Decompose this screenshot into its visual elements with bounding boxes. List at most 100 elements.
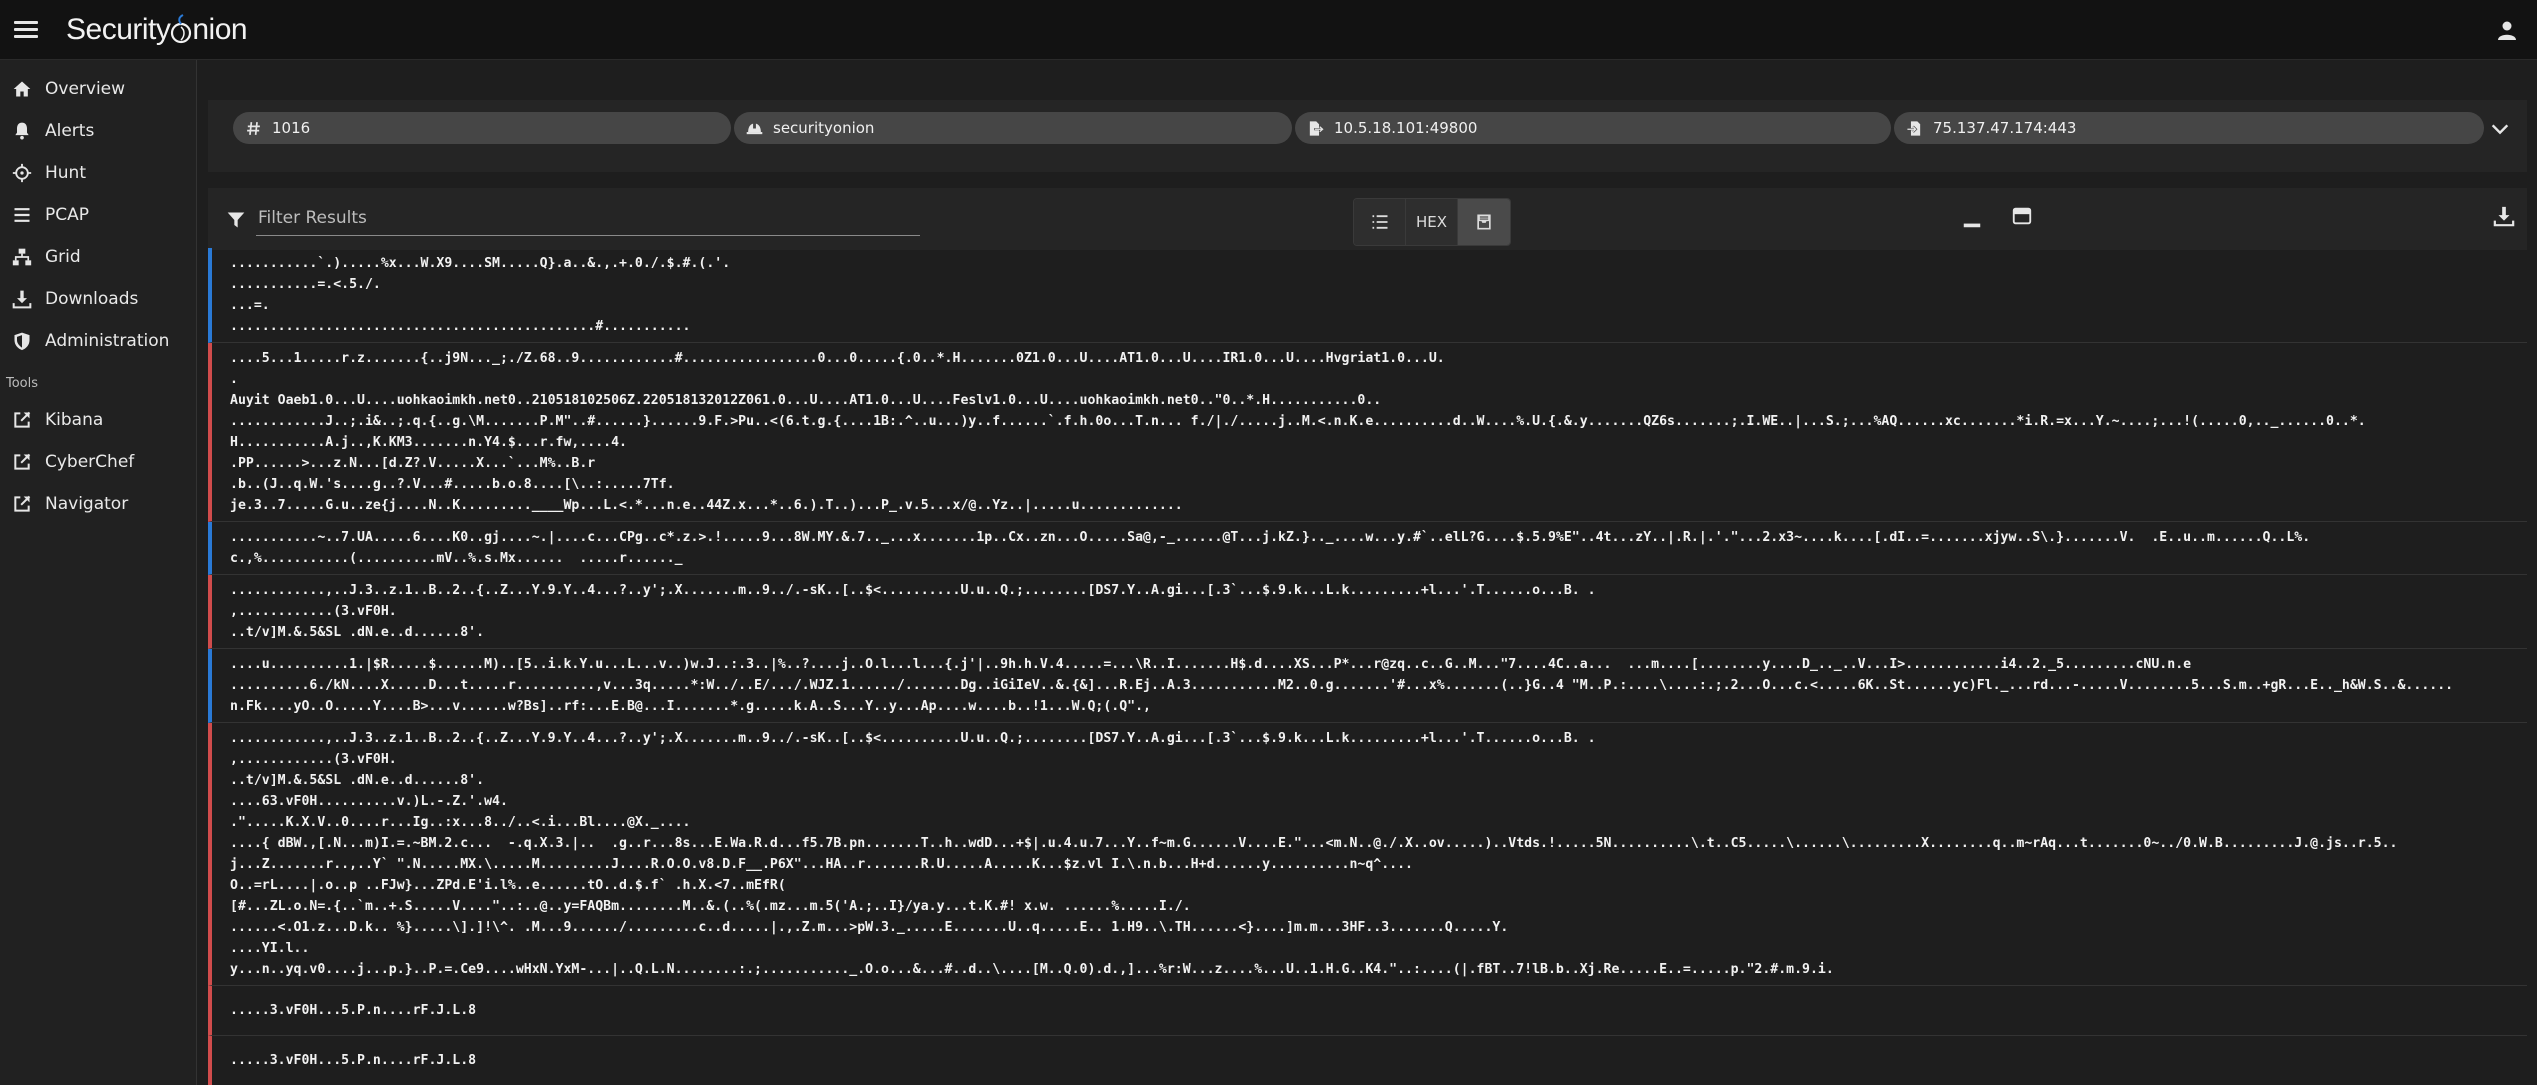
sidebar-item-overview[interactable]: Overview [0,68,196,110]
sensor-chip: securityonion [734,112,1292,144]
packet-payload-line: ..t/v]M.&.5&SL .dN.e..d......8'. [230,625,485,640]
sidebar-item-label: CyberChef [45,452,135,472]
sidebar-item-label: PCAP [45,205,90,225]
home-icon [13,81,31,97]
sidebar-item-label: Downloads [45,289,139,309]
packet-payload-line: ....u..........1.|$R.....$......M)..[5..… [230,657,2192,672]
packet-row-destination: ....5...1.....r.z.......{..j9N..._;./Z.6… [208,343,2527,522]
sidebar-item-grid[interactable]: Grid [0,236,196,278]
packet-payload-line: ............,..J.3..z.1..B..2..{..Z...Y.… [230,583,1596,598]
view-mode-toggle: HEX [1353,198,1511,246]
packet-payload-line: ....{ dBW.,[.N...m)I.=.~BM.2.c... -.q.X.… [230,836,2398,851]
packet-payload-line: ............J..;.i&..;.q.{..g.\M.......P… [230,414,2366,429]
packet-row-destination: ............,..J.3..z.1..B..2..{..Z...Y.… [208,575,2527,649]
menu-icon[interactable] [14,18,38,42]
sidebar-item-alerts[interactable]: Alerts [0,110,196,152]
connection-id: 1016 [272,119,311,137]
sidebar-item-kibana[interactable]: Kibana [0,399,196,441]
shield-icon [14,332,30,351]
crosshairs-icon [12,163,32,183]
sidebar-item-label: Administration [45,331,170,351]
logo-text-suffix: nion [192,12,248,46]
packet-payload-line: ......<.O1.z...D.k.. %}.....\].]!\^. .M.… [230,920,1509,935]
bell-icon [15,122,29,140]
sidebar-item-pcap[interactable]: PCAP [0,194,196,236]
packet-payload-line: . [230,372,238,387]
tools-heading: Tools [6,376,39,391]
sidebar-item-label: Kibana [45,410,104,430]
packet-row-destination: .....3.vF0H...5.P.n....rF.J.L.8 [208,986,2527,1036]
inbox-icon [1477,214,1491,230]
sidebar-item-label: Overview [45,79,126,99]
packet-payload-line: ...=. [230,298,270,313]
packet-row-destination: .....3.vF0H...5.P.n....rF.J.L.8 [208,1036,2527,1085]
window-maximize-icon[interactable] [2011,205,2033,227]
sensor-name: securityonion [773,119,875,137]
packet-payload-line: ..t/v]M.&.5&SL .dN.e..d......8'. [230,773,485,788]
packet-row-destination: ............,..J.3..z.1..B..2..{..Z...Y.… [208,723,2527,986]
packet-payload-line: ..........6./kN....X.....D...t.....r....… [230,678,2454,693]
packet-payload-line: ....63.vF0H..........v.)L.-.Z.'.w4. [230,794,508,809]
packet-payload-line: n.Fk....yO..O.....Y....B>...v......w?Bs]… [230,699,1151,714]
external-link-icon [14,411,31,428]
list-icon [1372,215,1387,229]
hex-view-button[interactable]: HEX [1406,199,1458,245]
chevron-down-icon[interactable] [2489,118,2511,140]
main-content: 1016 securityonion 10.5.18.101:49800 75.… [198,60,2537,1085]
download-icon [12,290,32,309]
sidebar: Overview Alerts Hunt PCAP Grid Downloads… [0,60,197,1085]
destination-address: 75.137.47.174:443 [1933,119,2077,137]
packet-payload-line: .....3.vF0H...5.P.n....rF.J.L.8 [230,1053,477,1068]
hard-hat-icon [746,121,763,134]
source-chip: 10.5.18.101:49800 [1295,112,1891,144]
packet-payload-line: Auyit Oaeb1.0...U....uohkaoimkh.net0..21… [230,393,1382,408]
packet-payload-line: ............,..J.3..z.1..B..2..{..Z...Y.… [230,731,1596,746]
sidebar-item-label: Alerts [45,121,95,141]
packet-payload-line: ........................................… [230,319,691,334]
logo-text-prefix: Security [66,12,171,46]
sidebar-item-label: Hunt [45,163,86,183]
sidebar-item-administration[interactable]: Administration [0,320,196,362]
packet-list: ...........`.).....%x...W.X9....SM.....Q… [208,248,2527,1085]
sidebar-item-cyberchef[interactable]: CyberChef [0,441,196,483]
destination-chip: 75.137.47.174:443 [1894,112,2484,144]
packet-payload-line: je.3..7.....G.u..ze{j....N..K.........__… [230,498,1183,513]
filter-results-input[interactable] [256,201,920,236]
window-minimize-icon[interactable] [1961,208,1983,230]
packet-row-source: ...........~..7.UA.....6....K0..gj....~.… [208,522,2527,575]
packet-payload-line: H...........A.j..,K.KM3.......n.Y4.$...r… [230,435,627,450]
packet-payload-line: ....YI.l.. [230,941,310,956]
text-view-button[interactable] [1458,199,1510,245]
source-address: 10.5.18.101:49800 [1334,119,1478,137]
connection-id-chip: 1016 [233,112,731,144]
filter-icon [227,212,245,228]
sidebar-item-label: Navigator [45,494,129,514]
results-toolbar: HEX [208,188,2527,250]
user-icon[interactable] [2495,18,2519,42]
sidebar-item-label: Grid [45,247,81,267]
external-link-icon [14,495,31,512]
packet-payload-line: ...........`.).....%x...W.X9....SM.....Q… [230,256,731,271]
bars-icon [14,208,30,222]
external-link-icon [14,453,31,470]
hashtag-icon [247,121,260,135]
sidebar-item-navigator[interactable]: Navigator [0,483,196,525]
packet-payload-line: [#...ZL.o.N=.{..`m..+.S.....V...."..:..@… [230,899,1191,914]
app-logo[interactable]: Security nion [66,12,248,47]
packet-payload-line: y...n..yq.v0....j...p.}..P.=.Ce9....wHxN… [230,962,1834,977]
packet-row-source: ...........`.).....%x...W.X9....SM.....Q… [208,248,2527,343]
file-export-icon [1309,120,1324,136]
packet-payload-line: ...........=.<.5./. [230,277,381,292]
packet-payload-line: j...Z.......r..,..Y` ".N.....MX.\.....M.… [230,857,1413,872]
list-view-button[interactable] [1354,199,1406,245]
app-bar: Security nion [0,0,2537,60]
sidebar-item-hunt[interactable]: Hunt [0,152,196,194]
packet-payload-line: .".....K.X.V..0....r...Ig..:x...8../..<.… [230,815,691,830]
sidebar-item-downloads[interactable]: Downloads [0,278,196,320]
packet-payload-line: ....5...1.....r.z.......{..j9N..._;./Z.6… [230,351,1445,366]
download-icon[interactable] [2493,205,2515,227]
packet-payload-line: .b..(J..q.W.'s....g..?.V...#.....b.o.8..… [230,477,675,492]
packet-payload-line: O..=rL....|.o..p ..FJw}...ZPd.E'i.l%..e.… [230,878,786,893]
packet-row-source: ....u..........1.|$R.....$......M)..[5..… [208,649,2527,723]
packet-payload-line: ,............(3.vF0H. [230,604,397,619]
